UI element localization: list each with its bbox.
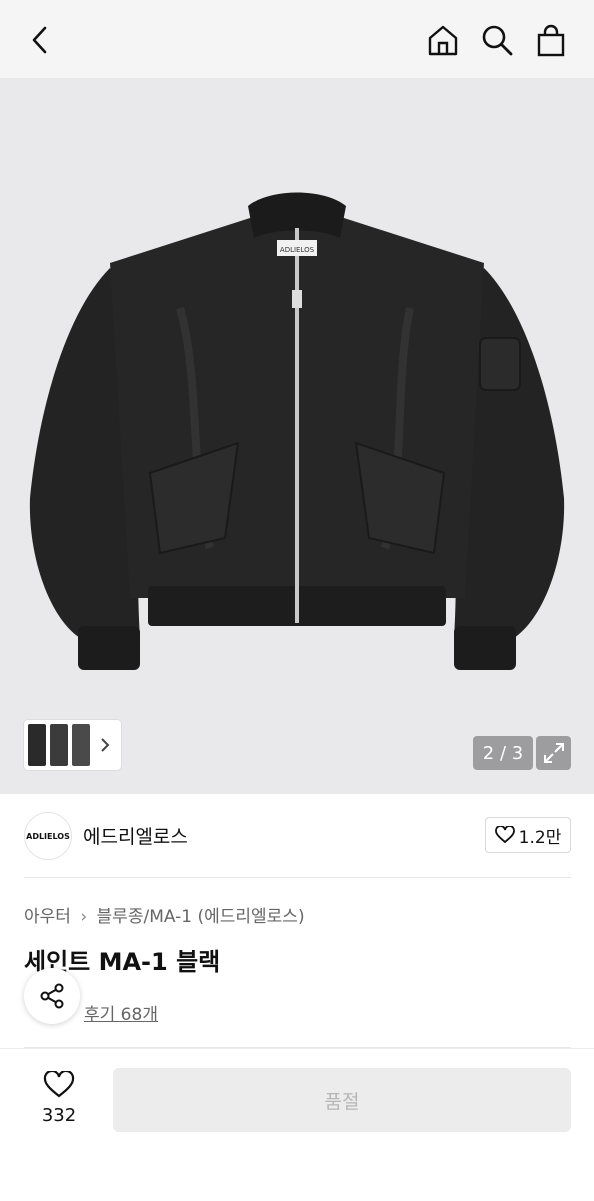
chevron-left-icon: [32, 26, 47, 54]
wishlist-button[interactable]: 332: [30, 1069, 88, 1126]
breadcrumb-item[interactable]: 블루종/MA-1 (에드리엘로스): [97, 907, 305, 927]
breadcrumb: 아우터 › 블루종/MA-1 (에드리엘로스): [24, 902, 305, 927]
home-icon: [428, 25, 458, 56]
share-button[interactable]: [24, 968, 80, 1024]
chevron-right-icon: [101, 738, 110, 752]
search-button[interactable]: [477, 20, 517, 60]
expand-icon: [543, 743, 564, 763]
brand-logo[interactable]: ADLIELOS: [24, 812, 72, 860]
image-counter: 2 / 3: [473, 736, 533, 770]
cart-button[interactable]: [531, 20, 571, 60]
brand-like-count: 1.2만: [518, 827, 562, 848]
product-image: ADLIELOS: [29, 192, 565, 670]
sold-out-button[interactable]: 품절: [113, 1068, 571, 1132]
jacket-label-text: ADLIELOS: [280, 246, 315, 254]
breadcrumb-separator: ›: [80, 907, 88, 927]
share-icon: [40, 983, 64, 1009]
thumbnail-strip[interactable]: [24, 720, 121, 770]
heart-icon: [494, 826, 515, 844]
breadcrumb-item[interactable]: 아우터: [24, 907, 71, 927]
review-link[interactable]: 후기 68개: [84, 1000, 158, 1025]
brand-row: ADLIELOS 에드리엘로스 1.2만: [24, 812, 571, 860]
bottom-action-bar: 332 품절: [0, 1048, 594, 1201]
thumbnail-image[interactable]: [50, 724, 68, 766]
home-button[interactable]: [423, 20, 463, 60]
brand-name[interactable]: 에드리엘로스: [83, 822, 188, 849]
thumbnail-image[interactable]: [72, 724, 90, 766]
product-image-gallery[interactable]: ADLIELOS 2 / 3: [0, 78, 594, 794]
heart-icon: [43, 1069, 75, 1098]
divider: [24, 877, 571, 878]
back-button[interactable]: [20, 20, 60, 60]
top-navigation-bar: [0, 0, 594, 78]
wishlist-count: 332: [41, 1105, 77, 1126]
search-icon: [482, 25, 513, 56]
brand-like-button[interactable]: 1.2만: [485, 817, 571, 853]
shopping-bag-icon: [537, 24, 565, 57]
thumbnail-image[interactable]: [28, 724, 46, 766]
expand-button[interactable]: [536, 736, 571, 770]
